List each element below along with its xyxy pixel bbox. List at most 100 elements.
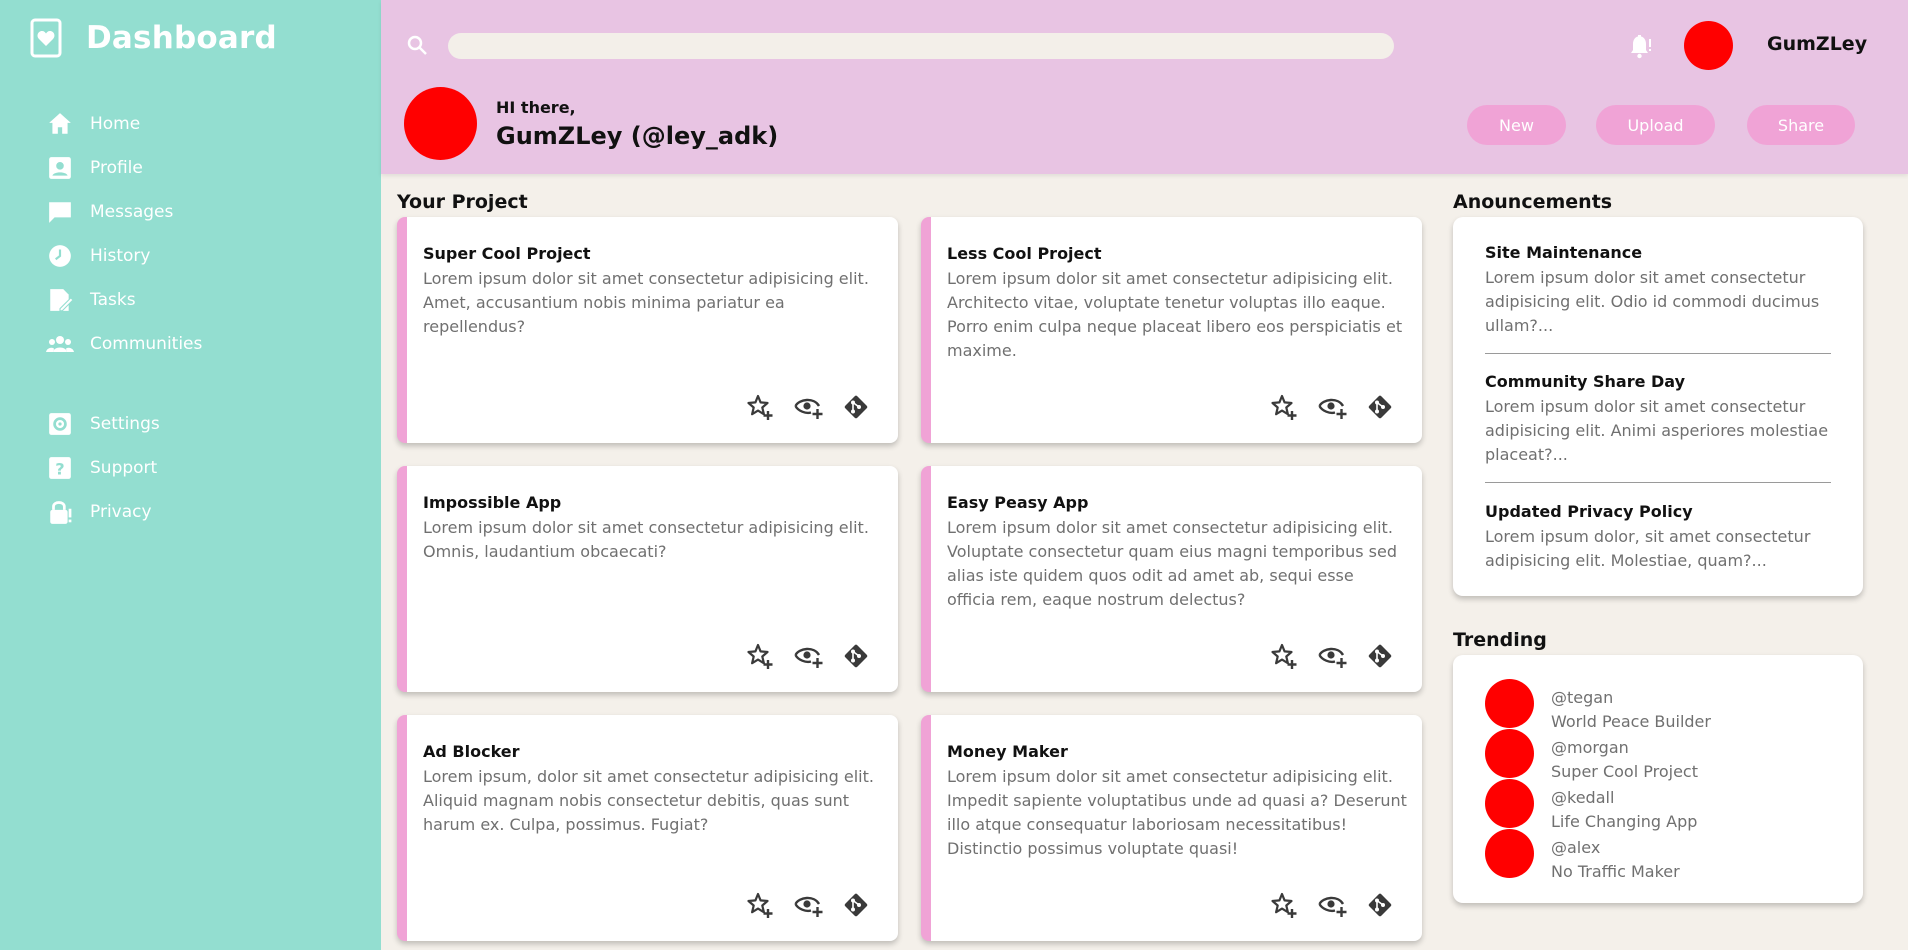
eye-plus-icon[interactable] (1318, 393, 1347, 421)
trending-title: Trending (1453, 629, 1547, 651)
sidebar-item-communities[interactable]: Communities (46, 322, 202, 366)
avatar[interactable] (1684, 21, 1733, 70)
announcement-description: Lorem ipsum dolor sit amet consectetur a… (1485, 268, 1820, 335)
trending-project: No Traffic Maker (1551, 862, 1680, 881)
announcement-title: Community Share Day (1485, 372, 1686, 391)
sidebar-item-home[interactable]: Home (46, 102, 202, 146)
header: GumZLey HI there, GumZLey (@ley_adk) New… (381, 0, 1908, 174)
project-actions (746, 642, 870, 670)
project-description: Lorem ipsum dolor sit amet consectetur a… (947, 518, 1397, 609)
eye-plus-icon[interactable] (794, 393, 823, 421)
git-icon[interactable] (1366, 642, 1394, 670)
sidebar-item-label: Profile (90, 158, 143, 178)
eye-plus-icon[interactable] (1318, 642, 1347, 670)
trending-handle: @alex (1551, 838, 1601, 857)
support-icon: ? (46, 454, 74, 482)
trending-item[interactable]: @alex No Traffic Maker (1485, 829, 1680, 884)
sidebar-item-label: Support (90, 458, 158, 478)
profile-avatar (404, 87, 477, 160)
avatar (1485, 829, 1534, 878)
profile-icon (46, 154, 74, 182)
home-icon (46, 110, 74, 138)
header-username[interactable]: GumZLey (1767, 33, 1867, 55)
tasks-icon (46, 286, 74, 314)
project-card[interactable]: Money Maker Lorem ipsum dolor sit amet co… (921, 715, 1422, 941)
project-card[interactable]: Less Cool Project Lorem ipsum dolor sit a… (921, 217, 1422, 443)
sidebar-item-label: Communities (90, 334, 203, 354)
project-card[interactable]: Easy Peasy App Lorem ipsum dolor sit amet… (921, 466, 1422, 692)
project-title: Less Cool Project (947, 244, 1102, 263)
bell-icon[interactable] (1626, 32, 1654, 60)
eye-plus-icon[interactable] (794, 891, 823, 919)
project-title: Impossible App (423, 493, 562, 512)
sidebar-item-label: History (90, 246, 151, 266)
new-button[interactable]: New (1467, 105, 1566, 145)
trending-item[interactable]: @tegan World Peace Builder (1485, 679, 1711, 734)
star-plus-icon[interactable] (1270, 393, 1298, 421)
project-title: Ad Blocker (423, 742, 520, 761)
trending-item[interactable]: @morgan Super Cool Project (1485, 729, 1698, 784)
sidebar-item-label: Settings (90, 414, 160, 434)
search-icon[interactable] (405, 33, 429, 57)
dashboard-title: Dashboard (86, 20, 277, 56)
project-card[interactable]: Impossible App Lorem ipsum dolor sit amet… (397, 466, 898, 692)
trending-handle: @tegan (1551, 688, 1614, 707)
sidebar-item-history[interactable]: History (46, 234, 202, 278)
trending-panel: @tegan World Peace Builder @morgan Super… (1453, 655, 1863, 903)
projects-title: Your Project (397, 191, 528, 213)
project-description: Lorem ipsum dolor sit amet consectetur a… (423, 518, 869, 561)
git-icon[interactable] (842, 393, 870, 421)
git-icon[interactable] (842, 891, 870, 919)
sidebar-item-label: Tasks (90, 290, 136, 310)
eye-plus-icon[interactable] (1318, 891, 1347, 919)
display-name: GumZLey (@ley_adk) (496, 122, 779, 150)
project-actions (1270, 642, 1394, 670)
share-button[interactable]: Share (1747, 105, 1855, 145)
divider (1485, 353, 1831, 354)
announcement-title: Site Maintenance (1485, 243, 1643, 262)
sidebar-item-support[interactable]: ? Support (46, 446, 202, 490)
git-icon[interactable] (1366, 393, 1394, 421)
history-icon (46, 242, 74, 270)
dashboard-logo-icon (30, 18, 62, 58)
sidebar-item-profile[interactable]: Profile (46, 146, 202, 190)
star-plus-icon[interactable] (1270, 891, 1298, 919)
upload-button[interactable]: Upload (1596, 105, 1715, 145)
project-description: Lorem ipsum, dolor sit amet consectetur … (423, 767, 874, 834)
project-description: Lorem ipsum dolor sit amet consectetur a… (423, 269, 869, 336)
project-actions (1270, 393, 1394, 421)
sidebar-nav: Home Profile Messages History Tasks Comm… (46, 102, 202, 534)
git-icon[interactable] (1366, 891, 1394, 919)
sidebar-item-tasks[interactable]: Tasks (46, 278, 202, 322)
settings-icon (46, 410, 74, 438)
avatar (1485, 679, 1534, 728)
project-card[interactable]: Ad Blocker Lorem ipsum, dolor sit amet co… (397, 715, 898, 941)
project-card[interactable]: Super Cool Project Lorem ipsum dolor sit … (397, 217, 898, 443)
brand[interactable]: Dashboard (30, 18, 277, 58)
announcement-item[interactable]: Updated Privacy Policy Lorem ipsum dolor… (1485, 502, 1831, 573)
star-plus-icon[interactable] (746, 393, 774, 421)
star-plus-icon[interactable] (1270, 642, 1298, 670)
announcement-item[interactable]: Community Share Day Lorem ipsum dolor si… (1485, 372, 1831, 467)
trending-item[interactable]: @kedall Life Changing App (1485, 779, 1697, 834)
sidebar-item-label: Privacy (90, 502, 152, 522)
announcement-title: Updated Privacy Policy (1485, 502, 1693, 521)
sidebar-item-settings[interactable]: Settings (46, 402, 202, 446)
trending-handle: @kedall (1551, 788, 1615, 807)
sidebar-item-messages[interactable]: Messages (46, 190, 202, 234)
project-actions (1270, 891, 1394, 919)
announcements-title: Anouncements (1453, 191, 1613, 213)
sidebar-item-privacy[interactable]: Privacy (46, 490, 202, 534)
trending-handle: @morgan (1551, 738, 1629, 757)
divider (1485, 482, 1831, 483)
star-plus-icon[interactable] (746, 642, 774, 670)
eye-plus-icon[interactable] (794, 642, 823, 670)
project-title: Super Cool Project (423, 244, 591, 263)
announcement-item[interactable]: Site Maintenance Lorem ipsum dolor sit a… (1485, 243, 1831, 338)
git-icon[interactable] (842, 642, 870, 670)
announcements-panel: Site Maintenance Lorem ipsum dolor sit a… (1453, 217, 1863, 596)
star-plus-icon[interactable] (746, 891, 774, 919)
avatar (1485, 729, 1534, 778)
search-input[interactable] (448, 33, 1394, 59)
